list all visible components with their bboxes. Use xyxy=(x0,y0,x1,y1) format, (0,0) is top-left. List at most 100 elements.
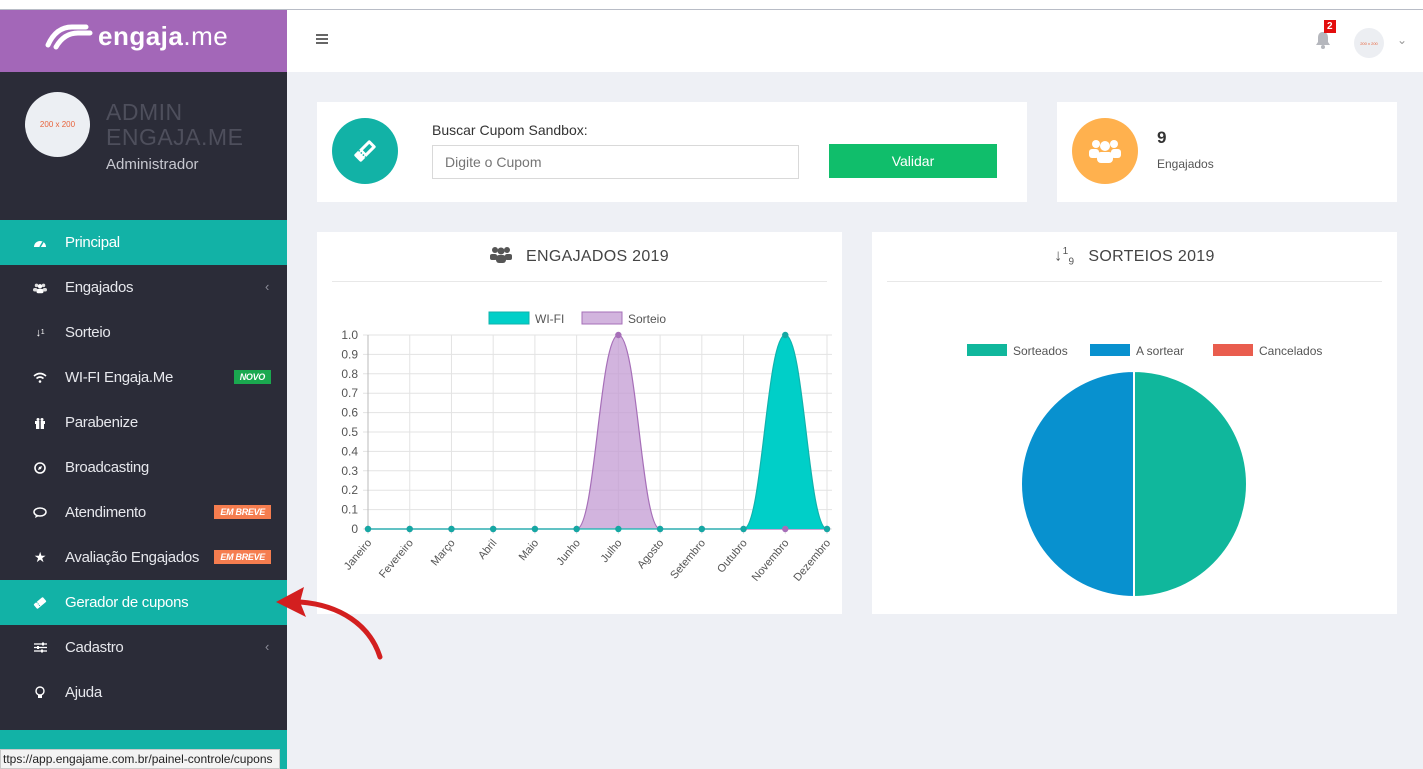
legend-swatch xyxy=(967,344,1007,356)
red-arrow-annotation xyxy=(276,587,383,660)
coupon-search-card: Buscar Cupom Sandbox: Validar xyxy=(317,102,1027,202)
legend-label: Cancelados xyxy=(1259,344,1322,358)
sidebar-item-label: Broadcasting xyxy=(65,459,149,476)
sidebar-item-cadastro[interactable]: Cadastro ‹ xyxy=(0,625,287,670)
sidebar-item-label: Avaliação Engajados xyxy=(65,549,200,566)
sidebar-menu: Principal Engajados ‹ ↓ 1 Sorteio WI-FI E… xyxy=(0,220,287,715)
legend-swatch xyxy=(1213,344,1253,356)
y-tick-label: 0.1 xyxy=(341,503,358,517)
pie-slice-a-sortear xyxy=(1020,369,1135,599)
users-icon xyxy=(1072,118,1138,184)
admin-role: Administrador xyxy=(106,156,199,173)
coming-soon-badge: EM BREVE xyxy=(214,550,271,564)
data-point xyxy=(823,525,831,533)
sidebar-item-wifi[interactable]: WI-FI Engaja.Me NOVO xyxy=(0,355,287,400)
x-tick-label: Agosto xyxy=(635,537,666,571)
x-tick-label: Novembro xyxy=(750,537,792,584)
sidebar-item-sorteio[interactable]: ↓ 1 Sorteio xyxy=(0,310,287,355)
data-point xyxy=(615,331,622,339)
sidebar-item-gerador-cupons[interactable]: Gerador de cupons xyxy=(0,580,287,625)
sidebar-item-principal[interactable]: Principal xyxy=(0,220,287,265)
legend-swatch xyxy=(581,311,623,325)
dashboard-icon xyxy=(33,236,47,250)
sliders-icon xyxy=(33,641,47,655)
validate-button[interactable]: Validar xyxy=(829,144,997,178)
chevron-left-icon: ‹ xyxy=(264,279,269,294)
ticket-icon xyxy=(332,118,398,184)
data-point xyxy=(489,525,497,533)
avatar[interactable]: 200 x 200 xyxy=(25,92,90,157)
engaged-label: Engajados xyxy=(1157,157,1214,171)
y-tick-label: 0.5 xyxy=(341,425,358,439)
y-tick-label: 0.3 xyxy=(341,464,358,478)
chat-icon xyxy=(33,506,47,520)
lightbulb-icon xyxy=(33,686,47,700)
data-point xyxy=(782,525,789,533)
ticket-icon xyxy=(33,596,47,610)
sidebar-item-engajados[interactable]: Engajados ‹ xyxy=(0,265,287,310)
sidebar-item-ajuda[interactable]: Ajuda xyxy=(0,670,287,715)
y-tick-label: 0.6 xyxy=(341,406,358,420)
pie-slice-sorteados xyxy=(1133,369,1248,599)
hamburger-menu-icon[interactable] xyxy=(316,34,328,44)
data-point xyxy=(531,525,539,533)
sort-numeric-icon: ↓ 1 xyxy=(35,326,45,339)
sidebar-item-label: WI-FI Engaja.Me xyxy=(65,369,174,386)
x-tick-label: Julho xyxy=(599,537,625,565)
data-point xyxy=(782,331,789,339)
legend-swatch xyxy=(488,311,530,325)
y-tick-label: 0.9 xyxy=(341,347,358,361)
legend-label: Sorteados xyxy=(1013,344,1068,358)
brand-logo[interactable]: engaja.me xyxy=(0,0,287,72)
coming-soon-badge: EM BREVE xyxy=(214,505,271,519)
sidebar-item-avaliacao[interactable]: ★ Avaliação Engajados EM BREVE xyxy=(0,535,287,580)
star-icon: ★ xyxy=(33,549,47,565)
engaged-count-card: 9 Engajados xyxy=(1057,102,1397,202)
coupon-input[interactable] xyxy=(432,145,799,179)
y-tick-label: 0.8 xyxy=(341,367,358,381)
sidebar-item-atendimento[interactable]: Atendimento EM BREVE xyxy=(0,490,287,535)
sidebar-item-broadcasting[interactable]: Broadcasting xyxy=(0,445,287,490)
coupon-search-label: Buscar Cupom Sandbox: xyxy=(432,122,588,138)
legend-swatch xyxy=(1090,344,1130,356)
y-tick-label: 0.4 xyxy=(341,444,358,458)
sidebar-item-label: Principal xyxy=(65,234,120,251)
brand-name: engaja.me xyxy=(98,20,229,51)
chevron-left-icon: ‹ xyxy=(264,639,269,654)
x-tick-label: Abril xyxy=(476,537,499,562)
x-tick-label: Dezembro xyxy=(791,537,833,584)
data-point xyxy=(406,525,413,533)
new-badge: NOVO xyxy=(233,370,271,384)
top-header: 2 200 x 200 ⌄ xyxy=(287,0,1423,72)
sidebar-item-label: Sorteio xyxy=(65,324,111,341)
data-point xyxy=(698,525,706,533)
sidebar-item-label: Parabenize xyxy=(65,414,138,431)
chevron-down-icon[interactable]: ⌄ xyxy=(1397,33,1407,47)
legend-label: A sortear xyxy=(1136,344,1184,358)
browser-top-strip xyxy=(0,0,1423,10)
users-icon xyxy=(33,281,47,295)
engajados-chart-card: ENGAJADOS 2019 0 0.1 0.2 0.3 0.4 0.5 0.6 0.7 0.8… xyxy=(317,232,842,614)
gift-icon xyxy=(33,416,47,430)
data-point xyxy=(740,525,747,533)
data-point xyxy=(364,525,372,533)
bell-icon[interactable] xyxy=(1313,30,1333,50)
data-point xyxy=(656,525,664,533)
data-point xyxy=(573,525,580,533)
profile-panel: 200 x 200 ADMIN ENGAJA.ME Administrador xyxy=(0,72,287,220)
admin-name: ADMIN ENGAJA.ME xyxy=(106,99,244,150)
sidebar-item-label: Gerador de cupons xyxy=(65,594,189,611)
x-tick-label: Outubro xyxy=(715,537,750,575)
legend-label: Sorteio xyxy=(628,312,666,326)
engaged-count: 9 xyxy=(1157,128,1167,147)
y-tick-label: 0.2 xyxy=(341,483,358,497)
sidebar-item-label: Atendimento xyxy=(65,504,146,521)
user-avatar[interactable]: 200 x 200 xyxy=(1354,28,1384,58)
y-tick-label: 0 xyxy=(351,522,358,536)
sidebar-item-parabenize[interactable]: Parabenize xyxy=(0,400,287,445)
x-tick-label: Março xyxy=(429,537,458,568)
status-url-tooltip: ttps://app.engajame.com.br/painel-contro… xyxy=(0,749,280,769)
x-tick-label: Maio xyxy=(517,537,542,563)
sorteios-chart-card: ↓19 SORTEIOS 2019 Sorteados A sortear Canc… xyxy=(872,232,1397,614)
engajados-area-chart: 00.10.20.30.40.50.60.70.80.91.0Janeiro Fe… xyxy=(341,311,833,584)
